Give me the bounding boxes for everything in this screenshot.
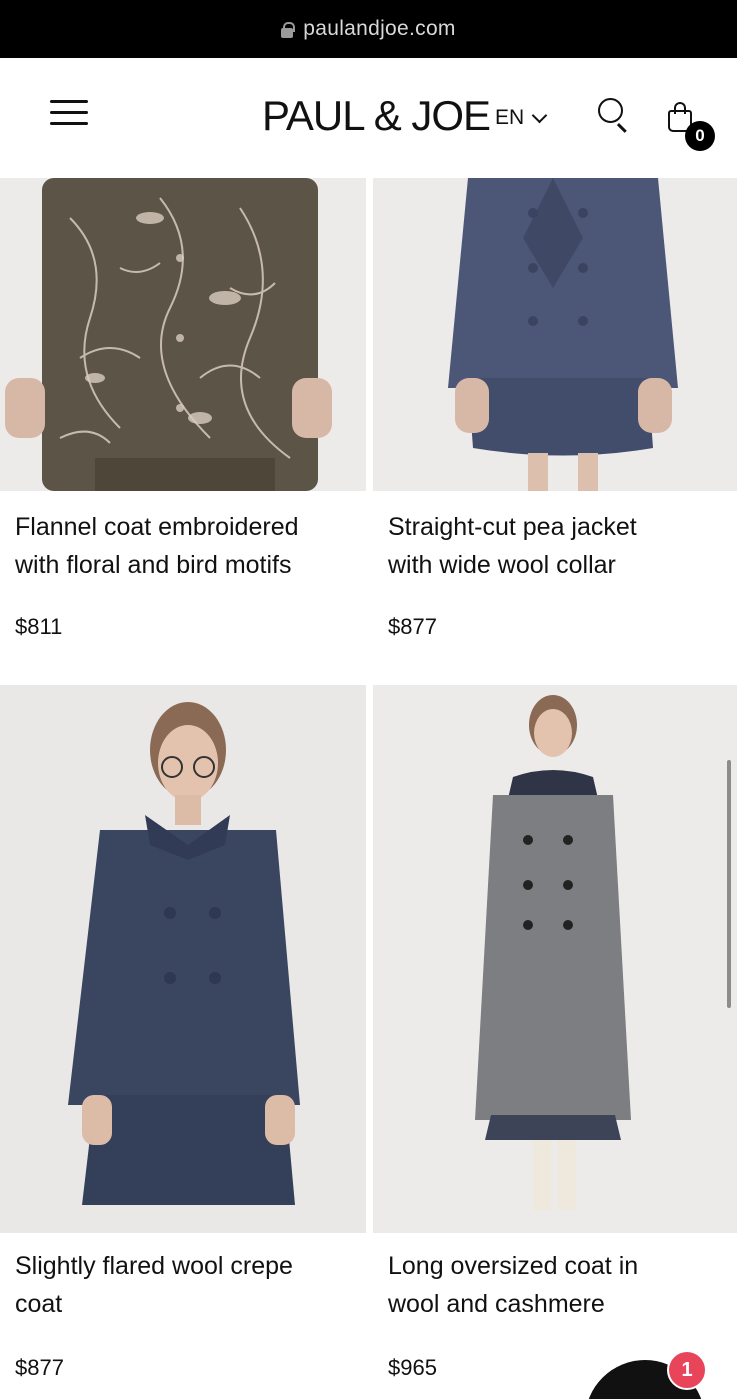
product-name[interactable]: Straight-cut pea jacket with wide wool c… (388, 508, 728, 584)
product-name[interactable]: Long oversized coat in wool and cashmere (388, 1247, 728, 1323)
search-icon-handle (617, 123, 627, 133)
cart-button[interactable]: 0 (666, 100, 716, 152)
chevron-down-icon (531, 107, 548, 123)
product-name-line: with wide wool collar (388, 551, 616, 579)
product-name-line: wool and cashmere (388, 1290, 605, 1318)
url-text: paulandjoe.com (303, 17, 456, 40)
product-name-line: Flannel coat embroidered (15, 513, 299, 541)
product-price: $877 (15, 1355, 64, 1380)
product-name-line: Long oversized coat in (388, 1252, 639, 1280)
language-label: EN (495, 106, 525, 129)
product-name[interactable]: Flannel coat embroidered with floral and… (15, 508, 355, 584)
product-image[interactable] (0, 178, 366, 491)
language-selector[interactable]: EN (495, 106, 548, 130)
product-name-line: coat (15, 1290, 63, 1318)
product-image[interactable] (373, 685, 737, 1233)
hamburger-menu-button[interactable] (50, 98, 90, 130)
product-photo (373, 685, 737, 1233)
menu-line (50, 111, 88, 114)
product-photo (0, 685, 366, 1233)
search-button[interactable] (598, 98, 632, 133)
product-price: $811 (15, 614, 63, 639)
page-scrollbar[interactable] (727, 760, 731, 1008)
cart-count-badge: 0 (685, 121, 715, 151)
site-header: PAUL & JOE EN 0 (0, 58, 737, 178)
product-photo (373, 178, 737, 491)
menu-line (50, 122, 88, 125)
product-photo (0, 178, 366, 491)
product-price: $877 (388, 614, 437, 639)
menu-line (50, 100, 88, 103)
product-image[interactable] (0, 685, 366, 1233)
product-name-line: Straight-cut pea jacket (388, 513, 637, 541)
browser-url-bar[interactable]: paulandjoe.com (0, 0, 737, 58)
chat-unread-badge: 1 (667, 1350, 707, 1390)
product-name-line: with floral and bird motifs (15, 551, 292, 579)
brand-logo[interactable]: PAUL & JOE (262, 92, 491, 140)
product-name-line: Slightly flared wool crepe (15, 1252, 293, 1280)
product-price: $965 (388, 1355, 437, 1380)
product-image[interactable] (373, 178, 737, 491)
product-name[interactable]: Slightly flared wool crepe coat (15, 1247, 355, 1323)
search-icon (598, 98, 623, 123)
lock-icon (281, 22, 296, 38)
